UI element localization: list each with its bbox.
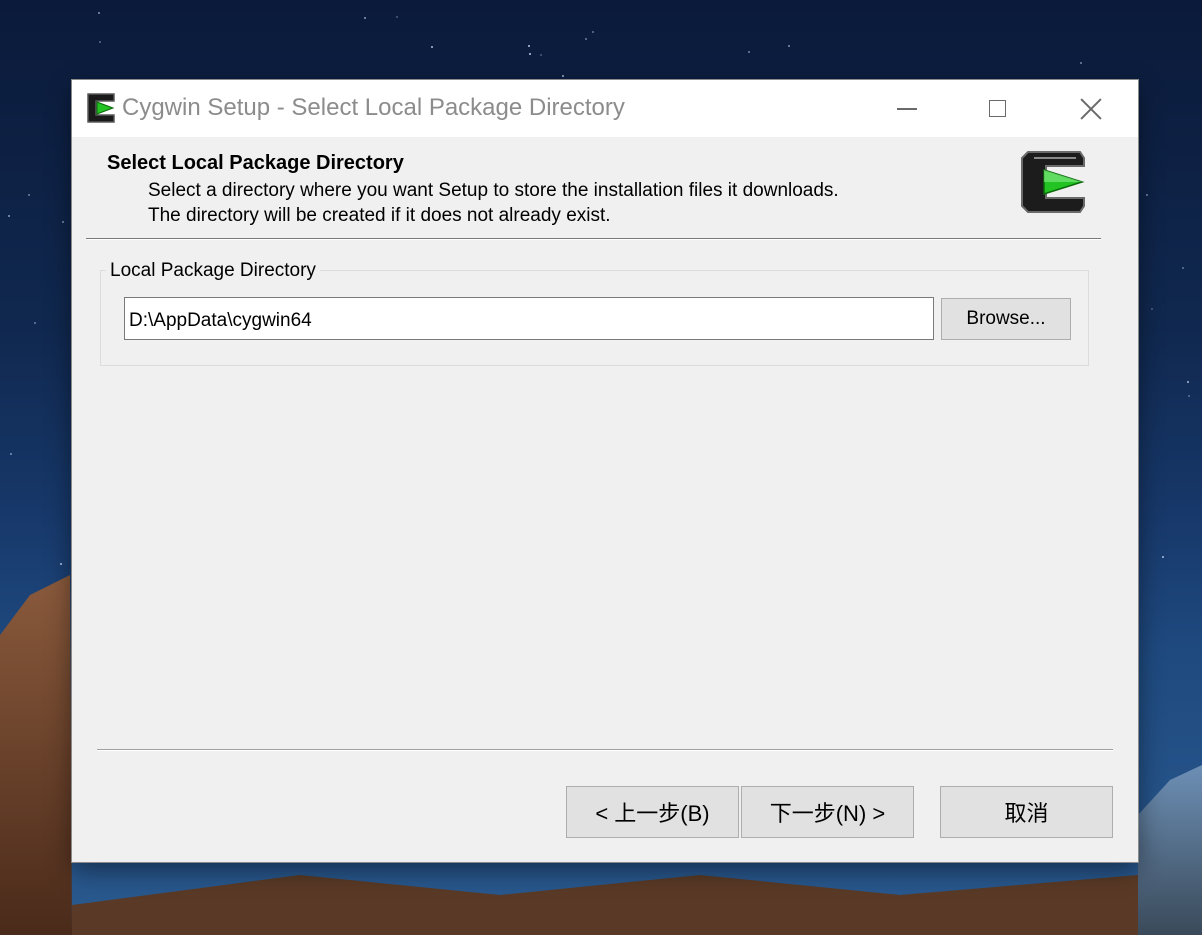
footer-divider <box>97 749 1113 751</box>
minimize-icon <box>897 107 917 110</box>
back-button[interactable]: < 上一步(B) <box>566 786 739 838</box>
star <box>748 51 750 53</box>
maximize-button[interactable] <box>952 80 1042 137</box>
star <box>788 45 790 47</box>
star <box>528 45 530 47</box>
cygwin-app-icon <box>87 93 115 123</box>
group-label: Local Package Directory <box>106 260 320 282</box>
cygwin-logo-icon <box>1021 151 1085 213</box>
next-button[interactable]: 下一步(N) > <box>741 786 914 838</box>
star <box>1188 395 1190 397</box>
star <box>396 16 398 18</box>
star <box>60 563 62 565</box>
star <box>98 12 100 14</box>
star <box>28 194 30 196</box>
star <box>592 31 594 33</box>
star <box>540 54 542 56</box>
header-divider <box>86 238 1101 240</box>
close-icon <box>1080 98 1102 120</box>
page-heading: Select Local Package Directory <box>107 152 404 174</box>
browse-button[interactable]: Browse... <box>941 298 1071 340</box>
star <box>1080 62 1082 64</box>
star <box>8 215 10 217</box>
window-title: Cygwin Setup - Select Local Package Dire… <box>122 94 625 121</box>
star <box>62 221 64 223</box>
star <box>431 46 433 48</box>
star <box>1162 556 1164 558</box>
setup-window: Cygwin Setup - Select Local Package Dire… <box>72 80 1138 862</box>
star <box>99 41 101 43</box>
minimize-button[interactable] <box>862 80 952 137</box>
maximize-icon <box>988 100 1006 117</box>
title-bar[interactable]: Cygwin Setup - Select Local Package Dire… <box>72 80 1138 137</box>
star <box>562 75 564 77</box>
star <box>1146 194 1148 196</box>
page-description: Select a directory where you want Setup … <box>148 180 839 226</box>
star <box>529 53 531 55</box>
cancel-button[interactable]: 取消 <box>940 786 1113 838</box>
star <box>585 38 587 40</box>
star <box>364 17 366 19</box>
star <box>1187 381 1189 383</box>
star <box>10 453 12 455</box>
directory-input[interactable] <box>124 297 934 340</box>
star <box>34 322 36 324</box>
star <box>1151 308 1153 310</box>
star <box>1182 267 1184 269</box>
close-button[interactable] <box>1046 80 1136 137</box>
